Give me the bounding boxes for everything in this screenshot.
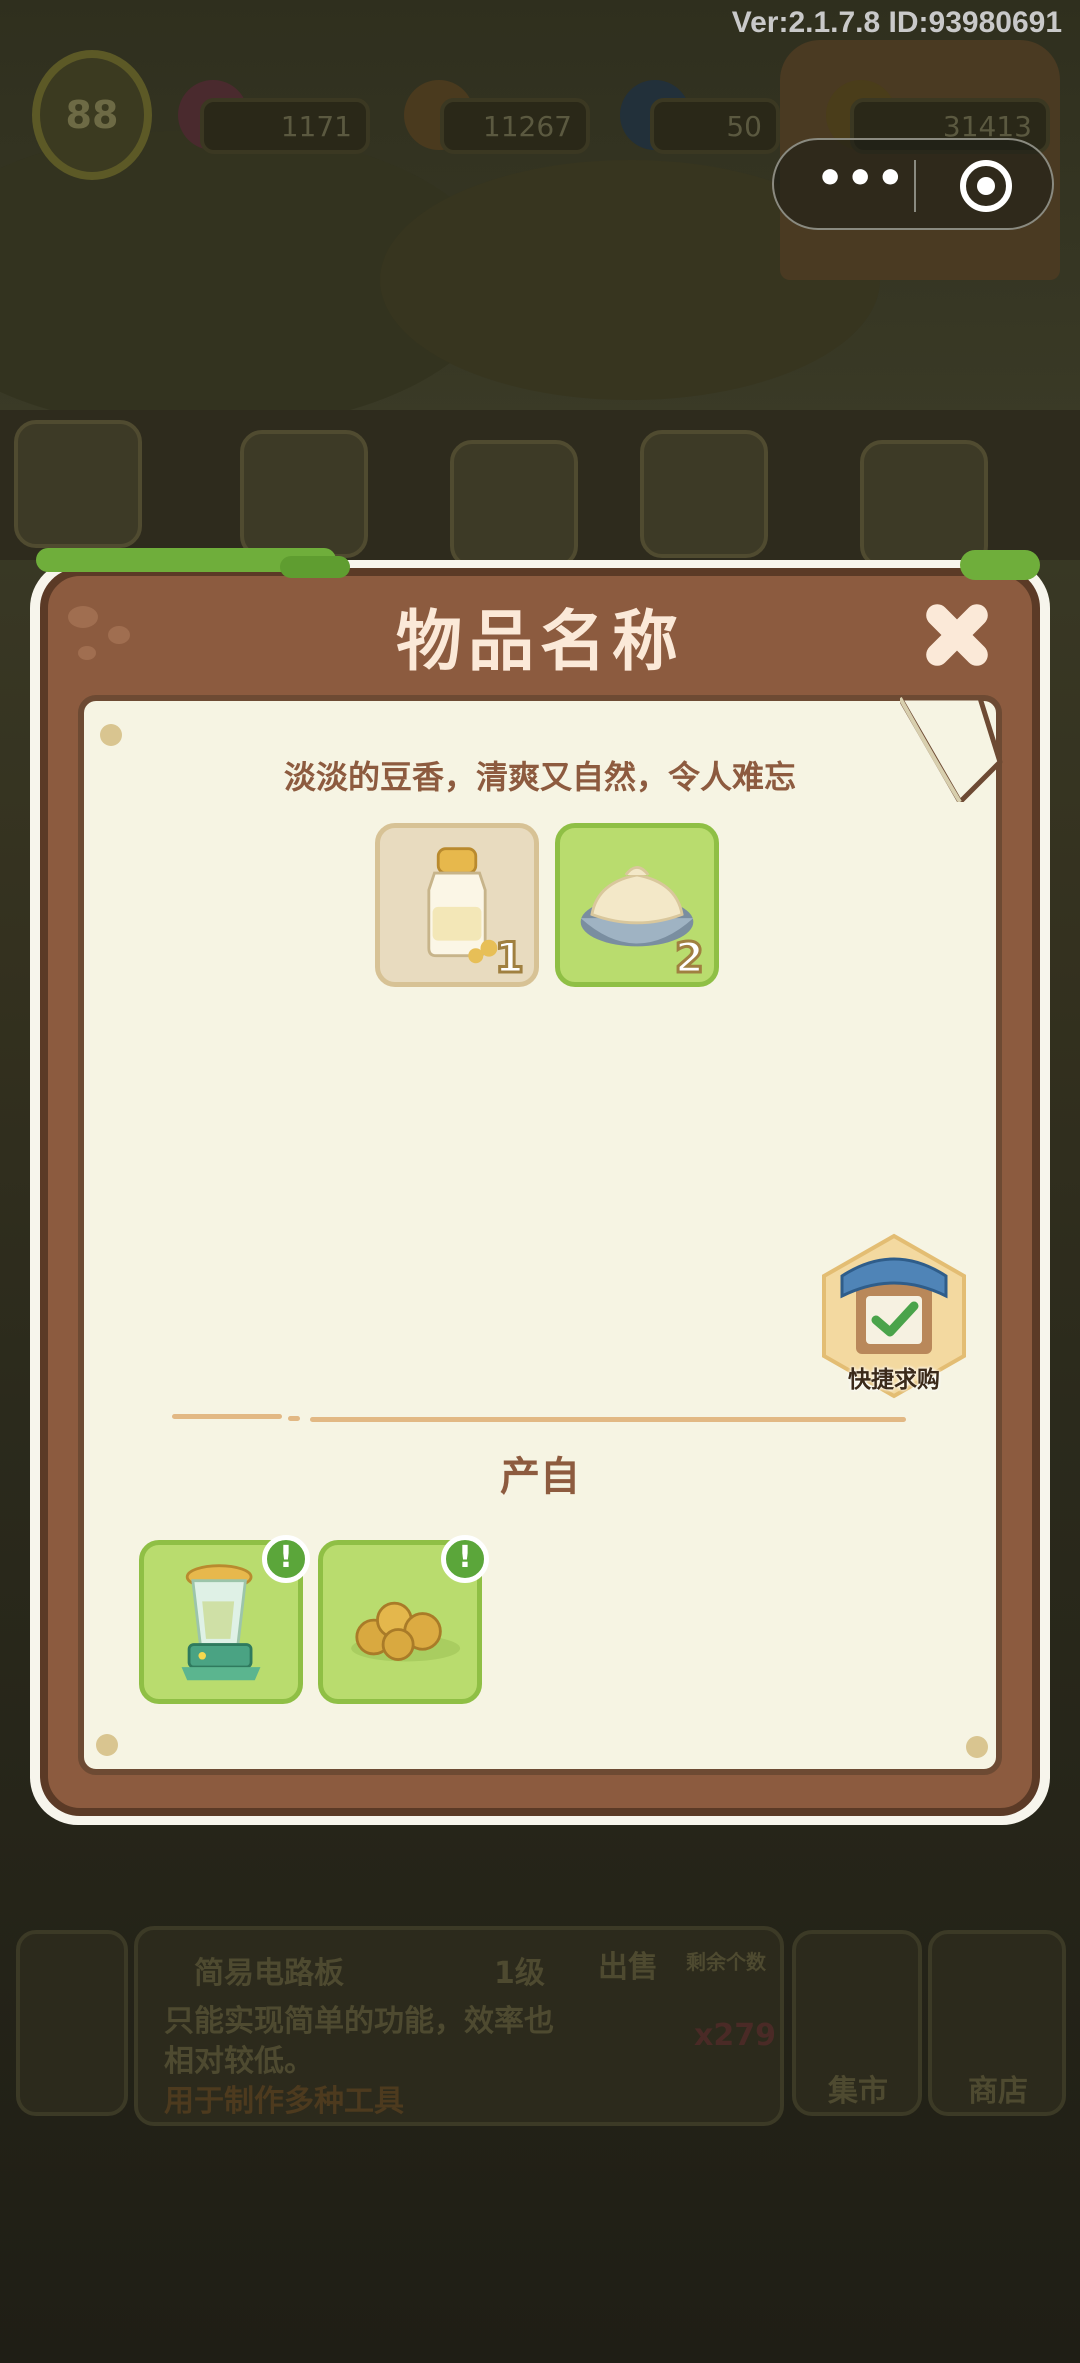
shop-label: 商店 [968, 2074, 1028, 2109]
source-section-title: 产自 [500, 1454, 580, 1500]
remaining-count: x279 [694, 2018, 776, 2053]
grass-decoration [960, 550, 1040, 580]
ingredient-slot-2[interactable]: 2 [555, 823, 719, 987]
bottom-info-panel: 简易电路板 1级 出售 剩余个数 只能实现简单的功能，效率也 相对较低。 用于制… [0, 1900, 1080, 2140]
quick-buy-button[interactable]: 快捷求购 [818, 1232, 970, 1400]
more-options-icon[interactable]: ••• [816, 157, 904, 201]
item-usage: 用于制作多种工具 [164, 2084, 404, 2119]
item-description: 淡淡的豆香，清爽又自然，令人难忘 [283, 758, 796, 796]
alert-badge: ! [262, 1535, 310, 1583]
item-info-card: 简易电路板 1级 出售 剩余个数 只能实现简单的功能，效率也 相对较低。 用于制… [134, 1926, 784, 2126]
item-description-line2: 相对较低。 [164, 2044, 314, 2079]
gem-counter[interactable]: 1171 [200, 98, 370, 154]
ingredient-slot-1[interactable]: 1 [375, 823, 539, 987]
item-level: 1级 [494, 1956, 545, 1991]
source-slot-soybeans[interactable]: ! [318, 1535, 489, 1704]
energy-count: 50 [726, 109, 762, 143]
section-divider [310, 1417, 906, 1422]
back-button[interactable] [16, 1930, 128, 2116]
shop-button[interactable]: 商店 [928, 1930, 1066, 2116]
quick-buy-label: 快捷求购 [848, 1367, 940, 1393]
source-slot-juicer[interactable]: ! [139, 1535, 310, 1704]
background-item [640, 430, 768, 558]
alert-badge: ! [441, 1535, 489, 1583]
market-button[interactable]: 集市 [792, 1930, 922, 2116]
player-level-badge[interactable]: 88 [32, 50, 152, 180]
background-item [450, 440, 578, 568]
miniprogram-capsule: ••• [772, 138, 1054, 230]
paper-pin [96, 1734, 118, 1756]
item-description-line1: 只能实现简单的功能，效率也 [164, 2004, 554, 2039]
item-name: 简易电路板 [194, 1956, 344, 1991]
grass-decoration [280, 556, 350, 578]
carrot-count: 11267 [482, 109, 572, 143]
close-miniprogram-icon[interactable] [960, 160, 1012, 212]
player-level: 88 [65, 93, 119, 137]
ingredient-count: 1 [493, 932, 525, 984]
modal-title: 物品名称 [396, 603, 684, 680]
section-divider [288, 1416, 300, 1421]
energy-counter[interactable]: 50 [650, 98, 780, 154]
gem-count: 1171 [280, 109, 352, 143]
background-item [14, 420, 142, 548]
background-item [860, 440, 988, 568]
version-label: Ver:2.1.7.8 ID:93980691 [731, 6, 1062, 39]
section-divider [172, 1414, 282, 1419]
sell-label: 出售 [598, 1950, 658, 1985]
close-icon[interactable] [920, 598, 994, 672]
remaining-label: 剩余个数 [686, 1950, 766, 1974]
carrot-counter[interactable]: 11267 [440, 98, 590, 154]
paper-pin [100, 724, 122, 746]
capsule-divider [914, 160, 916, 212]
market-label: 集市 [828, 2074, 888, 2109]
background-item [240, 430, 368, 558]
paper-pin [966, 1736, 988, 1758]
ingredient-count: 2 [673, 932, 705, 984]
